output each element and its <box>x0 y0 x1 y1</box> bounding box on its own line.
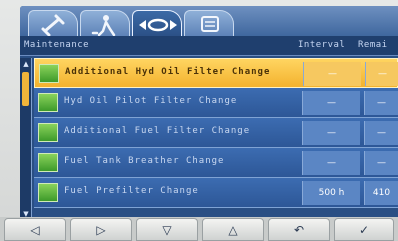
item-interval: — <box>302 151 360 175</box>
scrollbar[interactable]: ▲ ▼ <box>20 58 32 220</box>
maintenance-list: Additional Hyd Oil Filter Change — — Hyd… <box>34 58 398 208</box>
tab-service[interactable] <box>80 10 130 37</box>
plug-icon <box>41 14 65 37</box>
list-item[interactable]: Additional Hyd Oil Filter Change — — <box>34 58 398 88</box>
column-remain: Remai <box>358 40 388 50</box>
list-item[interactable]: Fuel Prefilter Change 500 h 410 <box>34 178 398 208</box>
confirm-button[interactable]: ✓ <box>334 218 394 241</box>
item-remain: 410 <box>364 181 398 205</box>
item-interval: 500 h <box>302 181 360 205</box>
up-arrow-button[interactable]: △ <box>202 218 264 241</box>
tab-plug[interactable] <box>28 10 78 37</box>
list-item[interactable]: Fuel Tank Breather Change — — <box>34 148 398 178</box>
filter-part-icon <box>38 93 58 112</box>
list-item[interactable]: Additional Fuel Filter Change — — <box>34 118 398 148</box>
list-icon <box>201 16 219 32</box>
filter-part-icon <box>39 64 59 83</box>
item-name: Additional Fuel Filter Change <box>64 126 251 136</box>
softkey-bar: ◁ ▷ ▽ △ ↶ ✓ <box>0 217 398 241</box>
right-arrow-button[interactable]: ▷ <box>70 218 132 241</box>
filter-part-icon <box>38 153 58 172</box>
item-interval: — <box>303 62 361 86</box>
item-name: Additional Hyd Oil Filter Change <box>65 67 271 77</box>
monitor-screen: Maintenance Interval Remai ▲ ▼ Additiona… <box>20 6 398 241</box>
item-remain: — <box>364 91 398 115</box>
item-remain: — <box>365 62 398 86</box>
filter-icon <box>139 18 177 32</box>
item-remain: — <box>364 151 398 175</box>
service-person-icon <box>91 15 116 37</box>
item-interval: — <box>302 121 360 145</box>
item-name: Fuel Tank Breather Change <box>64 156 225 166</box>
filter-part-icon <box>38 183 58 202</box>
scroll-thumb[interactable] <box>22 72 29 106</box>
filter-part-icon <box>38 123 58 142</box>
table-header: Maintenance Interval Remai <box>20 36 398 56</box>
header-title: Maintenance <box>24 40 90 50</box>
return-button[interactable]: ↶ <box>268 218 330 241</box>
column-interval: Interval <box>298 40 346 50</box>
list-item[interactable]: Hyd Oil Pilot Filter Change — — <box>34 88 398 118</box>
tab-list[interactable] <box>184 10 234 37</box>
item-name: Hyd Oil Pilot Filter Change <box>64 96 238 106</box>
scroll-up-icon[interactable]: ▲ <box>21 59 31 69</box>
tab-filter[interactable] <box>132 10 182 38</box>
item-remain: — <box>364 121 398 145</box>
item-interval: — <box>302 91 360 115</box>
down-arrow-button[interactable]: ▽ <box>136 218 198 241</box>
tab-bar <box>20 6 398 38</box>
item-name: Fuel Prefilter Change <box>64 186 199 196</box>
left-arrow-button[interactable]: ◁ <box>4 218 66 241</box>
